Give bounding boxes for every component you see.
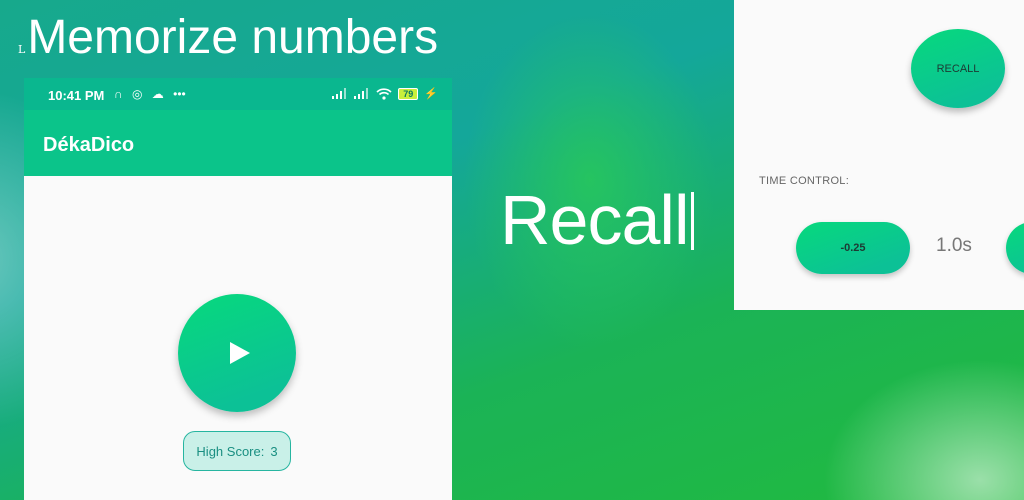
headline: LMemorize numbers [18,10,438,65]
status-time: 10:41 PM [48,88,105,103]
headline-mark: L [18,43,26,56]
feature-title: Recall [500,180,694,260]
high-score-label: High Score: [196,443,265,459]
play-button[interactable] [178,294,296,412]
feature-title-text: Recall [500,181,690,259]
signal-icon [332,88,347,99]
app-title: DékaDico [43,134,135,156]
time-value: 1.0s [936,235,972,256]
time-control-label: TIME CONTROL: [759,175,850,187]
increase-time-button[interactable] [1006,222,1024,274]
headphones-icon: ∩ [114,87,123,101]
status-left-icons: ∩ ◎ ☁ ••• [114,87,192,101]
decrease-time-button[interactable]: -0.25 [796,222,910,274]
signal-icon-2 [354,88,369,99]
target-icon: ◎ [131,87,143,101]
recall-button[interactable]: RECALL [911,29,1005,108]
phone-screenshot: 10:41 PM ∩ ◎ ☁ ••• 79 ⚡ DékaDico High Sc… [24,78,452,500]
charging-icon: ⚡ [424,88,438,100]
recall-settings-panel: RECALL TIME CONTROL: -0.25 1.0s [734,0,1024,310]
cloud-icon: ☁ [151,87,164,101]
status-right-icons: 79 ⚡ [332,87,438,100]
headline-text: Memorize numbers [27,11,439,64]
text-cursor [690,192,694,250]
high-score-value: 3 [270,443,278,459]
status-bar: 10:41 PM ∩ ◎ ☁ ••• 79 ⚡ [24,78,452,110]
play-icon [230,342,250,364]
more-icon: ••• [173,87,186,101]
wifi-icon [376,87,392,100]
battery-icon: 79 [398,87,419,100]
high-score-badge: High Score: 3 [183,431,291,471]
